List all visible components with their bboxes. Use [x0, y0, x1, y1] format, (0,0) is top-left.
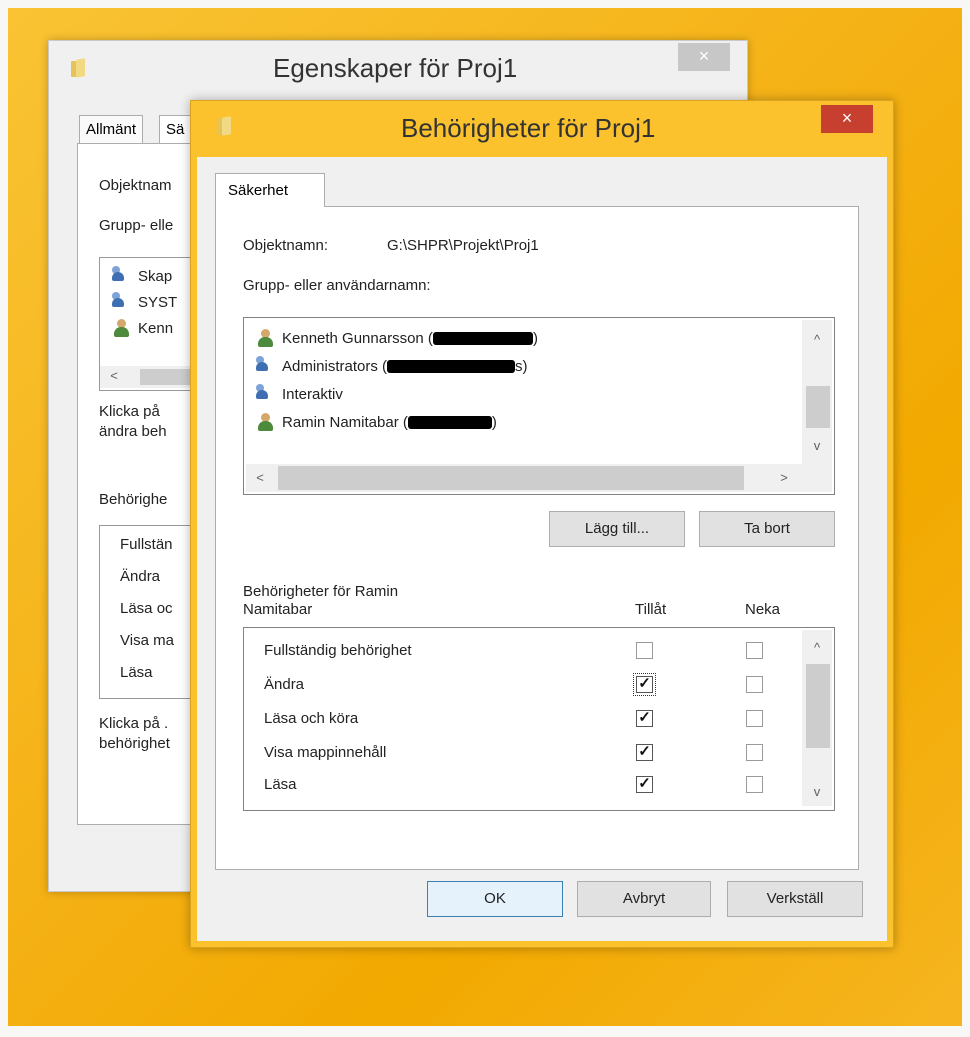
deny-checkbox[interactable] [746, 744, 763, 761]
tab-general[interactable]: Allmänt [79, 115, 144, 144]
allow-checkbox[interactable]: ✓ [636, 744, 653, 761]
scroll-left-arrow[interactable]: < [250, 470, 270, 485]
scroll-thumb[interactable] [806, 664, 830, 748]
deny-header: Neka [745, 601, 781, 618]
horizontal-scrollbar[interactable]: < > [246, 464, 832, 492]
permissions-label: Behörighe [99, 491, 168, 508]
cancel-button[interactable]: Avbryt [577, 881, 711, 917]
allow-checkbox[interactable]: ✓ [636, 710, 653, 727]
permissions-list[interactable]: Fullständig behörighet Ändra Läsa och kö… [243, 627, 835, 811]
properties-close-button[interactable]: × [678, 43, 730, 71]
folder-icon [71, 58, 87, 78]
permissions-title: Behörigheter för Proj1 [401, 113, 656, 143]
list-item[interactable]: Ramin Namitabar () [256, 410, 497, 434]
perm-label: Visa mappinnehåll [264, 744, 387, 761]
perm-item: Läsa oc [120, 600, 173, 617]
list-item[interactable]: Kenn [112, 316, 173, 340]
advanced-label: behörighet [99, 735, 170, 752]
scroll-thumb[interactable] [806, 386, 830, 428]
scroll-down-arrow[interactable]: v [807, 784, 827, 799]
permissions-title-bar[interactable]: Behörigheter för Proj1 × [191, 101, 893, 157]
group-icon [112, 266, 132, 286]
apply-button[interactable]: Verkställ [727, 881, 863, 917]
list-item[interactable]: Administrators (s) [256, 354, 528, 378]
list-item[interactable]: Skap [112, 264, 172, 288]
properties-title-bar[interactable]: Egenskaper för Proj1 × [49, 41, 747, 101]
group-label: Grupp- elle [99, 217, 174, 234]
tab-security[interactable]: Säkerhet [215, 173, 325, 207]
tab-security[interactable]: Sä [159, 115, 192, 144]
group-user-list[interactable]: Kenneth Gunnarsson () Administrators (s)… [243, 317, 835, 495]
ok-button[interactable]: OK [427, 881, 563, 917]
dialog-body: Säkerhet Objektnamn: G:\SHPR\Projekt\Pro… [197, 157, 887, 941]
list-item[interactable]: SYST [112, 290, 177, 314]
permissions-window: Behörigheter för Proj1 × Säkerhet Objekt… [190, 100, 894, 948]
deny-checkbox[interactable] [746, 710, 763, 727]
vertical-scrollbar[interactable]: ^ v [802, 630, 832, 806]
redacted-text [407, 415, 492, 429]
perms-for-label: Behörigheter för Ramin [243, 583, 399, 600]
deny-checkbox[interactable] [746, 642, 763, 659]
perm-label: Läsa [264, 776, 297, 793]
allow-checkbox[interactable]: ✓ [636, 776, 653, 793]
perms-for-label-name: Namitabar [243, 601, 313, 618]
properties-title: Egenskaper för Proj1 [273, 53, 518, 83]
perm-item: Ändra [120, 568, 161, 585]
perm-label: Ändra [264, 676, 305, 693]
user-icon [112, 318, 132, 338]
deny-checkbox[interactable] [746, 776, 763, 793]
list-item[interactable]: Kenneth Gunnarsson () [256, 326, 538, 350]
object-name-label: Objektnamn: [243, 237, 329, 254]
object-name-label: Objektnam [99, 177, 172, 194]
scroll-up-arrow[interactable]: ^ [807, 640, 827, 655]
perm-item: Visa ma [120, 632, 174, 649]
list-item[interactable]: Interaktiv [256, 382, 343, 406]
add-button[interactable]: Lägg till... [549, 511, 685, 547]
scroll-down-arrow[interactable]: v [807, 438, 827, 453]
perm-label: Läsa och köra [264, 710, 359, 727]
user-icon [256, 412, 276, 432]
group-icon [256, 384, 276, 404]
allow-checkbox[interactable]: ✓ [633, 673, 656, 696]
vertical-scrollbar[interactable]: ^ v [802, 320, 832, 464]
redacted-text [387, 359, 516, 373]
allow-checkbox[interactable] [636, 642, 653, 659]
group-user-label: Grupp- eller användarnamn: [243, 277, 431, 294]
perm-item: Fullstän [120, 536, 173, 553]
deny-checkbox[interactable] [746, 676, 763, 693]
click-label: Klicka på [99, 403, 160, 420]
redacted-text [432, 331, 533, 345]
permissions-close-button[interactable]: × [821, 105, 873, 133]
user-icon [256, 328, 276, 348]
object-name-value: G:\SHPR\Projekt\Proj1 [387, 237, 539, 254]
click-advanced-label: Klicka på . [99, 715, 169, 732]
remove-button[interactable]: Ta bort [699, 511, 835, 547]
scroll-left-arrow[interactable]: < [104, 368, 124, 383]
scroll-right-arrow[interactable]: > [774, 470, 794, 485]
group-icon [112, 292, 132, 312]
perm-item: Läsa [120, 664, 153, 681]
change-label: ändra beh [99, 423, 167, 440]
scroll-thumb[interactable] [278, 466, 744, 490]
group-icon [256, 356, 276, 376]
allow-header: Tillåt [635, 601, 667, 618]
perm-label: Fullständig behörighet [264, 642, 412, 659]
scroll-up-arrow[interactable]: ^ [807, 332, 827, 347]
folder-icon [217, 116, 233, 136]
